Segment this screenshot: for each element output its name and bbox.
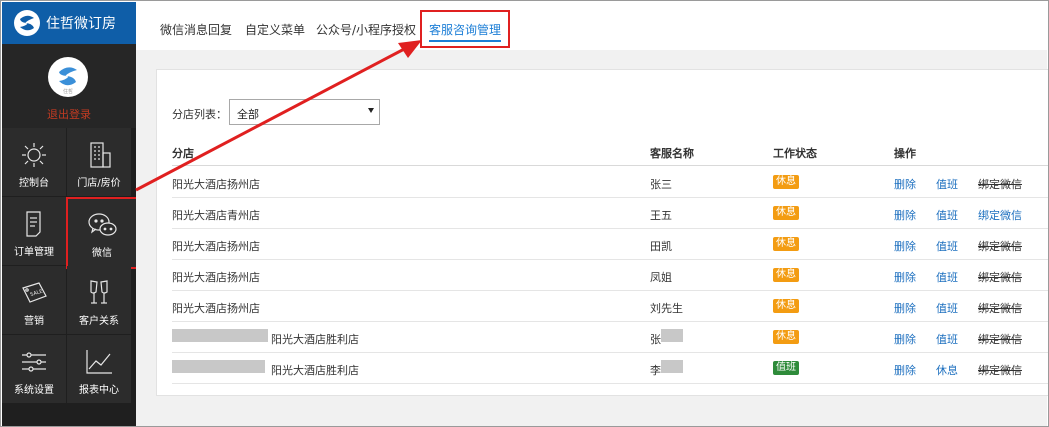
annotation-arrow	[135, 40, 422, 192]
